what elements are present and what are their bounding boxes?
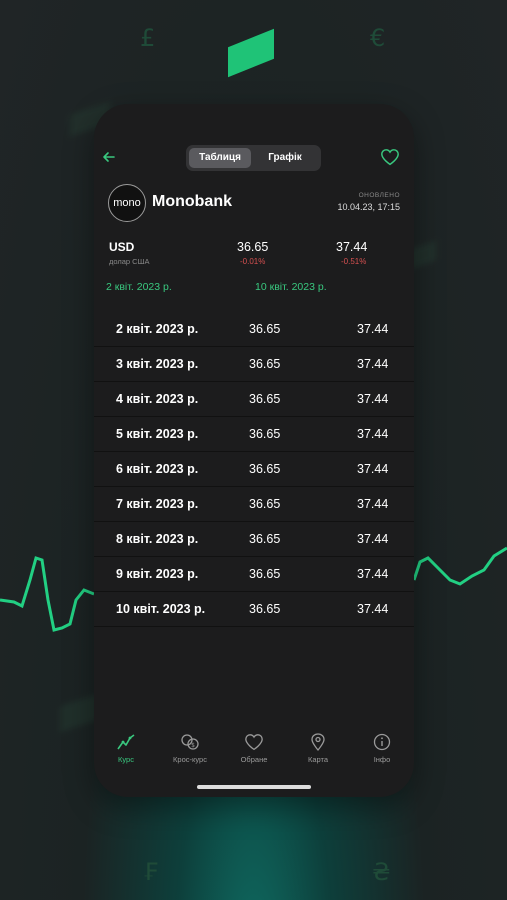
- table-row: 3 квіт. 2023 р. 36.65 37.44: [94, 347, 414, 382]
- date-from[interactable]: 2 квіт. 2023 р.: [106, 281, 172, 293]
- row-buy: 36.65: [249, 497, 281, 511]
- tab-info[interactable]: Інфо: [352, 733, 412, 764]
- row-sell: 37.44: [357, 427, 389, 441]
- row-date: 4 квіт. 2023 р.: [116, 392, 199, 406]
- sell-change: -0.51%: [341, 257, 367, 266]
- pound-symbol-decoration: £: [140, 24, 156, 52]
- row-buy: 36.65: [249, 357, 281, 371]
- row-buy: 36.65: [249, 427, 281, 441]
- row-date: 10 квіт. 2023 р.: [116, 602, 206, 616]
- row-buy: 36.65: [249, 532, 281, 546]
- row-sell: 37.44: [357, 602, 389, 616]
- currency-summary: USD долар США 36.65 -0.01% 37.44 -0.51%: [109, 240, 400, 272]
- bottom-tab-bar: Курс $ Крос-курс Обране Карта Інфо: [94, 733, 414, 773]
- row-date: 6 квіт. 2023 р.: [116, 462, 199, 476]
- updated-label: ОНОВЛЕНО: [358, 192, 400, 199]
- heart-icon: [245, 734, 263, 751]
- bank-name: Monobank: [152, 193, 232, 210]
- table-row: 4 квіт. 2023 р. 36.65 37.44: [94, 382, 414, 417]
- update-info: ОНОВЛЕНО 10.04.23, 17:15: [337, 192, 400, 212]
- tab-label: Карта: [307, 755, 329, 764]
- row-sell: 37.44: [357, 357, 389, 371]
- segment-table[interactable]: Таблиця: [189, 148, 251, 168]
- row-buy: 36.65: [249, 602, 281, 616]
- home-indicator[interactable]: [197, 785, 311, 789]
- phone-screen: Таблиця Графік mono Monobank ОНОВЛЕНО 10…: [94, 104, 414, 797]
- date-range: 2 квіт. 2023 р. 10 квіт. 2023 р.: [106, 281, 400, 297]
- green-bar-decoration: [228, 28, 274, 78]
- table-row: 7 квіт. 2023 р. 36.65 37.44: [94, 487, 414, 522]
- row-sell: 37.44: [357, 532, 389, 546]
- top-bar: Таблиця Графік: [94, 144, 414, 172]
- table-row: 8 квіт. 2023 р. 36.65 37.44: [94, 522, 414, 557]
- segment-chart[interactable]: Графік: [254, 148, 316, 168]
- tab-label: Інфо: [373, 755, 391, 764]
- row-sell: 37.44: [357, 567, 389, 581]
- map-pin-icon: [311, 733, 325, 751]
- table-row: 6 квіт. 2023 р. 36.65 37.44: [94, 452, 414, 487]
- tab-favorites[interactable]: Обране: [224, 733, 284, 764]
- row-buy: 36.65: [249, 392, 281, 406]
- ghost-bar-decoration: [60, 693, 98, 733]
- currency-name: долар США: [109, 257, 150, 266]
- svg-text:$: $: [191, 742, 195, 749]
- buy-rate: 36.65: [237, 240, 269, 254]
- franc-symbol-decoration: ₣: [143, 858, 159, 886]
- row-date: 3 квіт. 2023 р.: [116, 357, 199, 371]
- tab-map[interactable]: Карта: [288, 733, 348, 764]
- heart-icon[interactable]: [380, 148, 400, 166]
- bank-header: mono Monobank ОНОВЛЕНО 10.04.23, 17:15: [108, 184, 400, 224]
- row-date: 8 квіт. 2023 р.: [116, 532, 199, 546]
- currency-code: USD: [109, 240, 135, 254]
- table-row: 9 квіт. 2023 р. 36.65 37.44: [94, 557, 414, 592]
- row-buy: 36.65: [249, 322, 281, 336]
- row-date: 9 квіт. 2023 р.: [116, 567, 199, 581]
- row-date: 7 квіт. 2023 р.: [116, 497, 199, 511]
- bank-logo: mono: [108, 184, 146, 222]
- table-row: 10 квіт. 2023 р. 36.65 37.44: [94, 592, 414, 627]
- euro-symbol-decoration: €: [370, 24, 386, 52]
- table-row: 2 квіт. 2023 р. 36.65 37.44: [94, 312, 414, 347]
- info-icon: [373, 733, 391, 751]
- arrow-left-icon[interactable]: [102, 150, 116, 164]
- buy-change: -0.01%: [240, 257, 266, 266]
- hryvnia-symbol-decoration: ₴: [372, 858, 391, 886]
- chart-line-icon: [117, 734, 135, 750]
- currency-exchange-icon: $: [181, 734, 199, 750]
- row-date: 5 квіт. 2023 р.: [116, 427, 199, 441]
- tab-label: Обране: [240, 755, 268, 764]
- sell-rate: 37.44: [336, 240, 368, 254]
- row-sell: 37.44: [357, 462, 389, 476]
- row-date: 2 квіт. 2023 р.: [116, 322, 199, 336]
- tab-label: Крос-курс: [173, 755, 207, 764]
- row-sell: 37.44: [357, 497, 389, 511]
- table-row: 5 квіт. 2023 р. 36.65 37.44: [94, 417, 414, 452]
- tab-cross-rate[interactable]: $ Крос-курс: [160, 733, 220, 764]
- updated-time: 10.04.23, 17:15: [337, 202, 400, 212]
- row-sell: 37.44: [357, 392, 389, 406]
- row-sell: 37.44: [357, 322, 389, 336]
- view-segmented-control: Таблиця Графік: [186, 145, 321, 171]
- rates-table: 2 квіт. 2023 р. 36.65 37.44 3 квіт. 2023 р…: [94, 312, 414, 627]
- tab-rate[interactable]: Курс: [96, 733, 156, 764]
- row-buy: 36.65: [249, 567, 281, 581]
- date-to[interactable]: 10 квіт. 2023 р.: [255, 281, 327, 293]
- tab-label: Курс: [118, 755, 134, 764]
- row-buy: 36.65: [249, 462, 281, 476]
